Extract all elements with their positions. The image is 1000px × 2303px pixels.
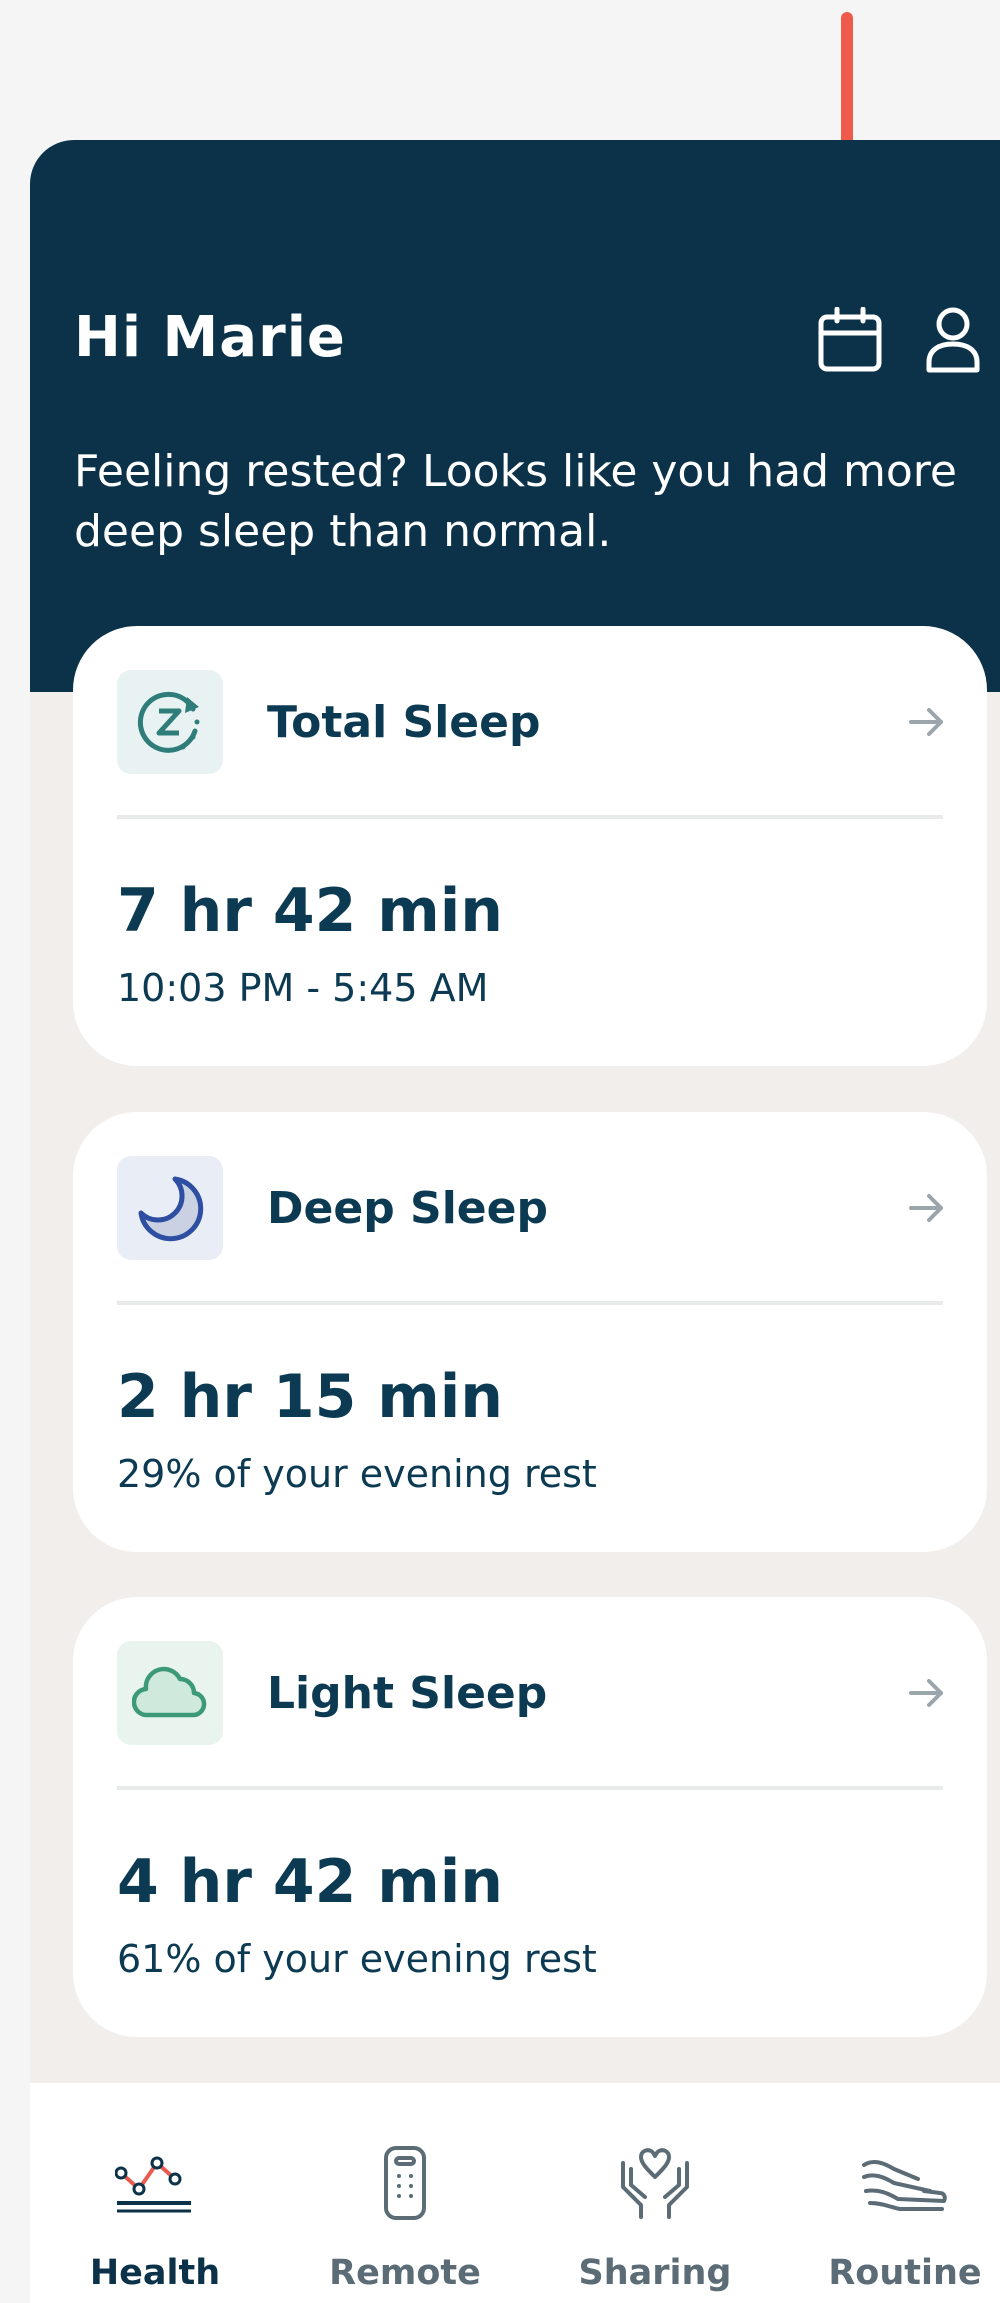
arrow-right-icon[interactable] xyxy=(907,1673,947,1713)
card-header: Light Sleep xyxy=(117,1641,947,1745)
card-value: 4 hr 42 min xyxy=(117,1847,504,1917)
calendar-icon xyxy=(818,307,882,372)
bottom-tab-bar: Health Remote Sharing Routine xyxy=(30,2083,1000,2303)
card-detail: 61% of your evening rest xyxy=(117,1937,597,1981)
tab-label: Remote xyxy=(329,2253,481,2293)
card-title: Deep Sleep xyxy=(267,1182,548,1234)
card-value: 2 hr 15 min xyxy=(117,1362,504,1432)
card-title: Total Sleep xyxy=(267,696,541,748)
tab-sharing[interactable]: Sharing xyxy=(555,2083,755,2303)
remote-icon xyxy=(355,2138,455,2228)
card-divider xyxy=(117,1301,943,1305)
tab-remote[interactable]: Remote xyxy=(305,2083,505,2303)
card-detail: 29% of your evening rest xyxy=(117,1452,597,1496)
tab-health[interactable]: Health xyxy=(55,2083,255,2303)
sleep-message: Feeling rested? Looks like you had more … xyxy=(74,446,957,557)
profile-button[interactable] xyxy=(918,305,988,375)
deep-sleep-card[interactable]: Deep Sleep 2 hr 15 min 29% of your eveni… xyxy=(73,1112,987,1552)
greeting-title: Hi Marie xyxy=(74,305,346,370)
person-icon xyxy=(926,307,980,373)
card-value: 7 hr 42 min xyxy=(117,876,504,946)
card-header: Total Sleep xyxy=(117,670,947,774)
sleep-cycle-icon xyxy=(117,670,223,774)
app-screen: Hi Marie Feeling rested? Looks like you … xyxy=(30,140,1000,2303)
light-sleep-card[interactable]: Light Sleep 4 hr 42 min 61% of your even… xyxy=(73,1597,987,2037)
card-divider xyxy=(117,1786,943,1790)
arrow-right-icon[interactable] xyxy=(907,702,947,742)
routine-icon xyxy=(855,2138,955,2228)
health-chart-icon xyxy=(105,2138,205,2228)
calendar-button[interactable] xyxy=(815,305,885,375)
cloud-icon xyxy=(117,1641,223,1745)
card-header: Deep Sleep xyxy=(117,1156,947,1260)
tab-label: Sharing xyxy=(578,2253,732,2293)
arrow-right-icon[interactable] xyxy=(907,1188,947,1228)
tab-label: Routine xyxy=(828,2253,982,2293)
total-sleep-card[interactable]: Total Sleep 7 hr 42 min 10:03 PM - 5:45 … xyxy=(73,626,987,1066)
tab-label: Health xyxy=(89,2253,221,2293)
header: Hi Marie Feeling rested? Looks like you … xyxy=(30,140,1000,692)
card-title: Light Sleep xyxy=(267,1667,548,1719)
heart-hands-icon xyxy=(605,2138,705,2228)
tab-routine[interactable]: Routine xyxy=(805,2083,1000,2303)
moon-icon xyxy=(117,1156,223,1260)
card-divider xyxy=(117,815,943,819)
card-detail: 10:03 PM - 5:45 AM xyxy=(117,966,489,1010)
